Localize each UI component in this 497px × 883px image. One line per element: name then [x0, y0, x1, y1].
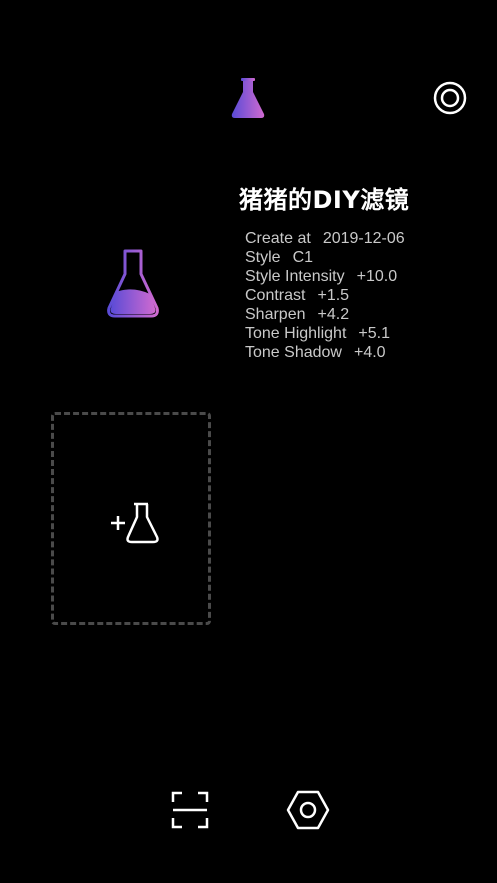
- detail-label: Sharpen: [245, 306, 306, 323]
- settings-button[interactable]: [431, 79, 469, 117]
- top-flask-icon: [229, 76, 267, 120]
- detail-label: Style Intensity: [245, 268, 345, 285]
- detail-value: 2019-12-06: [322, 230, 405, 247]
- detail-create-at: Create at 2019-12-06: [245, 229, 405, 248]
- ring-settings-icon: [433, 81, 467, 115]
- detail-label: Tone Highlight: [245, 325, 347, 342]
- hex-settings-button[interactable]: [286, 788, 330, 832]
- filter-details: Create at 2019-12-06 Style C1 Style Intens…: [245, 229, 405, 362]
- filter-title: 猪猪的DIY滤镜: [239, 186, 410, 214]
- detail-value: C1: [292, 249, 314, 266]
- detail-label: Create at: [245, 230, 311, 247]
- detail-style-intensity: Style Intensity +10.0: [245, 267, 405, 286]
- detail-contrast: Contrast +1.5: [245, 286, 405, 305]
- detail-label: Style: [245, 249, 281, 266]
- add-filter-button[interactable]: [51, 412, 211, 625]
- detail-label: Tone Shadow: [245, 344, 342, 361]
- scan-button[interactable]: [168, 788, 212, 832]
- detail-tone-shadow: Tone Shadow +4.0: [245, 343, 405, 362]
- detail-sharpen: Sharpen +4.2: [245, 305, 405, 324]
- detail-value: +5.1: [358, 325, 390, 342]
- detail-label: Contrast: [245, 287, 306, 304]
- detail-value: +10.0: [356, 268, 398, 285]
- filter-flask-icon[interactable]: [104, 248, 162, 320]
- detail-style: Style C1: [245, 248, 405, 267]
- hex-nut-icon: [286, 790, 330, 830]
- detail-value: +1.5: [317, 287, 350, 304]
- detail-value: +4.2: [317, 306, 350, 323]
- detail-tone-highlight: Tone Highlight +5.1: [245, 324, 405, 343]
- add-flask-icon: [109, 501, 161, 545]
- scan-icon: [171, 791, 209, 829]
- detail-value: +4.0: [353, 344, 386, 361]
